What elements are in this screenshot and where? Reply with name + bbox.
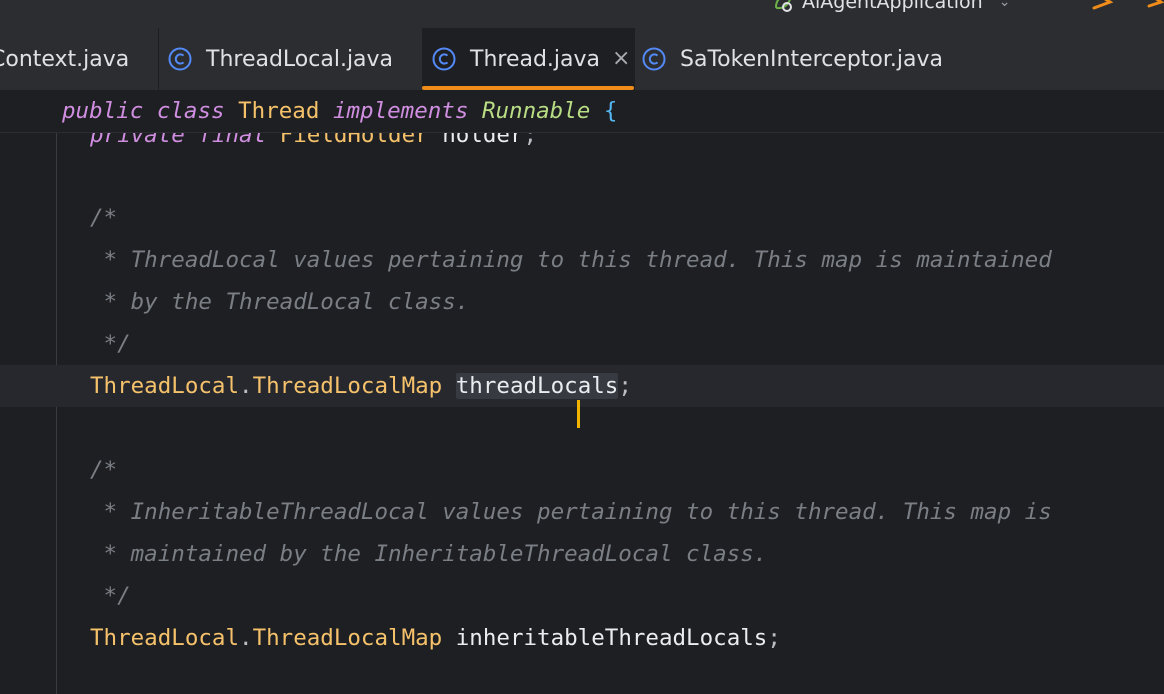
comment-line: /* <box>0 197 1164 239</box>
tab-divider <box>158 28 159 90</box>
run-icon[interactable] <box>1090 0 1114 10</box>
open-brace: { <box>603 98 618 124</box>
comment-open: /* <box>90 457 118 483</box>
type-name: ThreadLocalMap <box>252 625 443 651</box>
dot: . <box>239 373 253 399</box>
title-bar: AiAgentApplication ⌄ <box>0 0 1164 28</box>
run-configuration-label: AiAgentApplication <box>802 0 983 13</box>
keyword: class <box>156 98 225 124</box>
tab-label: SaTokenInterceptor.java <box>680 46 943 72</box>
chevron-down-icon: ⌄ <box>998 0 1011 10</box>
comment-line: /* <box>0 449 1164 491</box>
tab-context-java[interactable]: Context.java <box>0 28 129 90</box>
comment-line: */ <box>0 575 1164 617</box>
comment-close: */ <box>90 331 131 357</box>
class-declaration: public class Thread implements Runnable … <box>62 90 617 132</box>
field-name-threadlocals: threadLocals <box>455 373 619 428</box>
interface-name: Runnable <box>481 98 591 124</box>
semicolon: ; <box>767 625 781 651</box>
class-icon <box>642 47 666 71</box>
comment-line: * InheritableThreadLocal values pertaini… <box>0 491 1164 533</box>
tab-threadlocal-java[interactable]: ThreadLocal.java <box>168 28 393 90</box>
tab-label: Thread.java <box>470 46 601 72</box>
tab-divider <box>634 28 635 90</box>
tab-label: Context.java <box>0 46 130 72</box>
comment-open: /* <box>90 205 118 231</box>
close-icon[interactable]: × <box>612 48 630 70</box>
dot: . <box>239 625 253 651</box>
comment-line: * maintained by the InheritableThreadLoc… <box>0 533 1164 575</box>
comment-line: */ <box>0 323 1164 365</box>
comment-text: * maintained by the InheritableThreadLoc… <box>90 541 768 567</box>
editor-tab-bar: Context.java ThreadLocal.java Thread.jav… <box>0 28 1164 91</box>
field-name: inheritableThreadLocals <box>455 625 768 651</box>
class-name: Thread <box>238 98 320 124</box>
semicolon: ; <box>618 373 632 399</box>
run-configuration-selector[interactable]: AiAgentApplication ⌄ <box>772 0 1010 16</box>
class-icon <box>168 47 192 71</box>
type-name: ThreadLocal <box>90 373 240 399</box>
keyword: implements <box>332 98 469 124</box>
code-line-inheritable: ThreadLocal.ThreadLocalMap inheritableTh… <box>0 617 1164 659</box>
spring-boot-icon <box>774 0 792 12</box>
current-code-line[interactable]: ThreadLocal.ThreadLocalMap threadLocals; <box>0 365 1164 428</box>
keyword: public <box>62 98 144 124</box>
tab-satokeninterceptor-java[interactable]: SaTokenInterceptor.java <box>642 28 943 90</box>
comment-text: * ThreadLocal values pertaining to this … <box>90 247 1052 273</box>
type-name: ThreadLocalMap <box>252 373 443 399</box>
comment-text: * by the ThreadLocal class. <box>90 289 470 315</box>
comment-text: * InheritableThreadLocal values pertaini… <box>90 499 1052 525</box>
type-name: ThreadLocal <box>90 625 240 651</box>
comment-line: * ThreadLocal values pertaining to this … <box>0 239 1164 281</box>
comment-line: * by the ThreadLocal class. <box>0 281 1164 323</box>
tab-label: ThreadLocal.java <box>206 46 394 72</box>
tab-thread-java[interactable]: Thread.java × <box>422 28 634 90</box>
sticky-class-header[interactable]: public class Thread implements Runnable … <box>0 90 1164 133</box>
class-icon <box>432 47 456 71</box>
debug-icon[interactable] <box>1146 0 1164 8</box>
comment-close: */ <box>90 583 131 609</box>
code-editor[interactable]: public class Thread implements Runnable … <box>0 90 1164 694</box>
